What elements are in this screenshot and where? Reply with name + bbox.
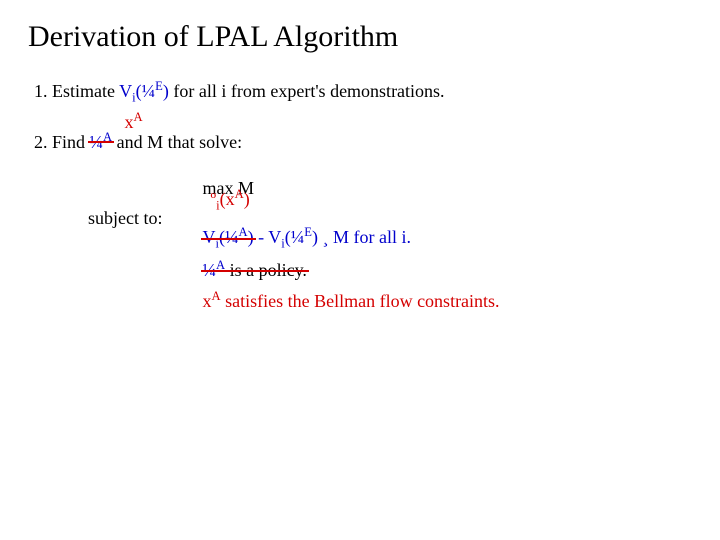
optimization-block: subject to: max M ºi(xA) Vi(¼A) - Vi(¼E)… bbox=[88, 175, 692, 318]
step2-piA-strike: xA ¼A bbox=[90, 129, 113, 155]
constraints-col: max M ºi(xA) Vi(¼A) - Vi(¼E) ¸ M for all… bbox=[203, 175, 500, 318]
c-E2: E bbox=[304, 225, 312, 239]
step1-pi: ¼ bbox=[142, 81, 156, 101]
repl-x: x bbox=[203, 291, 212, 311]
constraint-policy: ¼A is a policy. bbox=[203, 256, 500, 285]
step-1: Estimate Vi(¼E) for all i from expert's … bbox=[52, 78, 692, 107]
strike-line-icon bbox=[88, 141, 115, 143]
c-VpiA-strike: Vi(¼A) bbox=[203, 223, 254, 254]
step2-insert: xA bbox=[125, 109, 143, 135]
step1-V: V bbox=[119, 81, 132, 101]
policy-strike: ¼A is a policy. bbox=[203, 256, 307, 285]
c-piE: ¼ bbox=[291, 227, 305, 247]
step2-insert-A: A bbox=[134, 110, 143, 124]
step1-E: E bbox=[155, 79, 163, 93]
subject-to-col: subject to: bbox=[88, 175, 198, 235]
steps-list: Estimate Vi(¼E) for all i from expert's … bbox=[28, 78, 692, 155]
step1-suffix: for all i from expert's demonstrations. bbox=[169, 81, 445, 101]
subject-to-label: subject to: bbox=[88, 205, 198, 233]
step-2: Find xA ¼A and M that solve: bbox=[52, 113, 692, 155]
c-close2: ) ¸ M for all i. bbox=[312, 227, 411, 247]
constraint-replacement: xA satisfies the Bellman flow constraint… bbox=[203, 287, 500, 316]
slide-title: Derivation of LPAL Algorithm bbox=[28, 20, 692, 54]
step1-prefix: Estimate bbox=[52, 81, 119, 101]
step2-prefix: Find bbox=[52, 132, 90, 152]
rho-close: ) bbox=[244, 189, 250, 209]
rho-insert: ºi(xA) bbox=[211, 185, 250, 216]
strike-line-icon bbox=[201, 270, 309, 272]
constraint-rho: ºi(xA) Vi(¼A) - Vi(¼E) ¸ M for all i. bbox=[203, 205, 500, 254]
strike-line-icon bbox=[201, 238, 256, 240]
repl-A: A bbox=[212, 289, 221, 303]
repl-text: satisfies the Bellman flow constraints. bbox=[221, 291, 500, 311]
rho-A: A bbox=[235, 187, 244, 201]
rho-open: (x bbox=[220, 189, 235, 209]
step2-insert-x: x bbox=[125, 112, 134, 132]
c-minus: - V bbox=[254, 227, 282, 247]
